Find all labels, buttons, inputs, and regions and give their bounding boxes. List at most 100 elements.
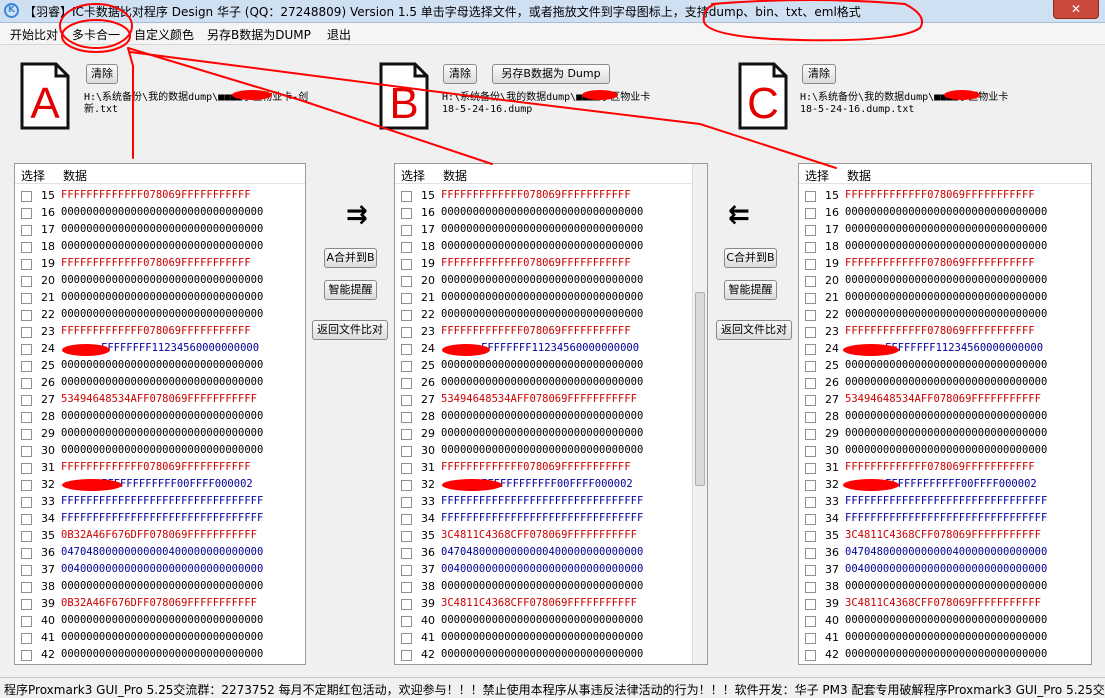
panel-b-row[interactable]: 39 3C4811C4368CFF078069FFFFFFFFFFF xyxy=(395,596,695,613)
panel-a-row[interactable]: 17 00000000000000000000000000000000 xyxy=(15,222,305,239)
panel-b-row-checkbox[interactable] xyxy=(401,616,412,627)
panel-a-row[interactable]: 35 0B32A46F676DFF078069FFFFFFFFFFF xyxy=(15,528,305,545)
panel-b-row[interactable]: 31 FFFFFFFFFFFFF078069FFFFFFFFFFF xyxy=(395,460,695,477)
panel-c-row-checkbox[interactable] xyxy=(805,582,816,593)
panel-c-row[interactable]: 18 00000000000000000000000000000000 xyxy=(799,239,1091,256)
panel-b-row-checkbox[interactable] xyxy=(401,208,412,219)
panel-a-row-checkbox[interactable] xyxy=(21,310,32,321)
panel-c-row[interactable]: 22 00000000000000000000000000000000 xyxy=(799,307,1091,324)
menu-multi-card-merge[interactable]: 多卡合一 xyxy=(72,26,120,43)
panel-b-row[interactable]: 20 00000000000000000000000000000000 xyxy=(395,273,695,290)
panel-a-row[interactable]: 23 FFFFFFFFFFFFF078069FFFFFFFFFFF xyxy=(15,324,305,341)
panel-c-list[interactable]: 选择 数据 15 FFFFFFFFFFFFF078069FFFFFFFFFFF 16… xyxy=(798,163,1092,665)
panel-a-row[interactable]: 22 00000000000000000000000000000000 xyxy=(15,307,305,324)
panel-c-row-checkbox[interactable] xyxy=(805,565,816,576)
panel-b-row-checkbox[interactable] xyxy=(401,497,412,508)
panel-a-row-checkbox[interactable] xyxy=(21,276,32,287)
panel-c-row-checkbox[interactable] xyxy=(805,344,816,355)
panel-b-row-checkbox[interactable] xyxy=(401,378,412,389)
panel-c-row-checkbox[interactable] xyxy=(805,327,816,338)
panel-a-row[interactable]: 15 FFFFFFFFFFFFF078069FFFFFFFFFFF xyxy=(15,188,305,205)
panel-a-row-checkbox[interactable] xyxy=(21,446,32,457)
panel-c-row-checkbox[interactable] xyxy=(805,446,816,457)
panel-c-row-checkbox[interactable] xyxy=(805,650,816,661)
panel-b-row-checkbox[interactable] xyxy=(401,310,412,321)
panel-b-row-checkbox[interactable] xyxy=(401,242,412,253)
panel-c-row-checkbox[interactable] xyxy=(805,633,816,644)
back-to-compare-right-button[interactable]: 返回文件比对 xyxy=(716,320,792,340)
panel-c-row[interactable]: 27 53494648534AFF078069FFFFFFFFFFF xyxy=(799,392,1091,409)
panel-c-row[interactable]: 33 FFFFFFFFFFFFFFFFFFFFFFFFFFFFFFFF xyxy=(799,494,1091,511)
panel-a-row[interactable]: 34 FFFFFFFFFFFFFFFFFFFFFFFFFFFFFFFF xyxy=(15,511,305,528)
panel-c-row[interactable]: 39 3C4811C4368CFF078069FFFFFFFFFFF xyxy=(799,596,1091,613)
panel-c-row[interactable]: 15 FFFFFFFFFFFFF078069FFFFFFFFFFF xyxy=(799,188,1091,205)
panel-b-row[interactable]: 34 FFFFFFFFFFFFFFFFFFFFFFFFFFFFFFFF xyxy=(395,511,695,528)
panel-c-row-checkbox[interactable] xyxy=(805,412,816,423)
panel-c-row-checkbox[interactable] xyxy=(805,429,816,440)
panel-b-row[interactable]: 33 FFFFFFFFFFFFFFFFFFFFFFFFFFFFFFFF xyxy=(395,494,695,511)
panel-a-row[interactable]: 27 53494648534AFF078069FFFFFFFFFFF xyxy=(15,392,305,409)
menu-custom-color[interactable]: 自定义颜色 xyxy=(134,26,194,43)
panel-b-row[interactable]: 38 00000000000000000000000000000000 xyxy=(395,579,695,596)
menu-exit[interactable]: 退出 xyxy=(327,26,351,43)
smart-reminder-left-button[interactable]: 智能提醒 xyxy=(324,280,377,300)
panel-a-row[interactable]: 25 00000000000000000000000000000000 xyxy=(15,358,305,375)
panel-c-row-checkbox[interactable] xyxy=(805,378,816,389)
panel-a-row[interactable]: 41 00000000000000000000000000000000 xyxy=(15,630,305,647)
panel-a-row[interactable]: 30 00000000000000000000000000000000 xyxy=(15,443,305,460)
panel-c-row-checkbox[interactable] xyxy=(805,480,816,491)
panel-c-row-checkbox[interactable] xyxy=(805,514,816,525)
panel-a-row[interactable]: 31 FFFFFFFFFFFFF078069FFFFFFFFFFF xyxy=(15,460,305,477)
panel-c-row-checkbox[interactable] xyxy=(805,191,816,202)
panel-a-row-checkbox[interactable] xyxy=(21,616,32,627)
panel-a-row-checkbox[interactable] xyxy=(21,259,32,270)
panel-b-row[interactable]: 22 00000000000000000000000000000000 xyxy=(395,307,695,324)
smart-reminder-right-button[interactable]: 智能提醒 xyxy=(724,280,777,300)
panel-c-row-checkbox[interactable] xyxy=(805,310,816,321)
panel-a-row-checkbox[interactable] xyxy=(21,361,32,372)
panel-b-row-checkbox[interactable] xyxy=(401,412,412,423)
panel-a-row[interactable]: 29 00000000000000000000000000000000 xyxy=(15,426,305,443)
panel-b-row[interactable]: 27 53494648534AFF078069FFFFFFFFFFF xyxy=(395,392,695,409)
panel-c-row[interactable]: 17 00000000000000000000000000000000 xyxy=(799,222,1091,239)
panel-c-row[interactable]: 26 00000000000000000000000000000000 xyxy=(799,375,1091,392)
panel-c-row[interactable]: 41 00000000000000000000000000000000 xyxy=(799,630,1091,647)
panel-c-row[interactable]: 36 04704800000000000400000000000000 xyxy=(799,545,1091,562)
panel-c-row-checkbox[interactable] xyxy=(805,599,816,610)
save-b-dump-button[interactable]: 另存B数据为 Dump xyxy=(492,64,610,84)
panel-b-row[interactable]: 25 00000000000000000000000000000000 xyxy=(395,358,695,375)
panel-c-row-checkbox[interactable] xyxy=(805,531,816,542)
panel-a-row-checkbox[interactable] xyxy=(21,514,32,525)
panel-b-row[interactable]: 21 00000000000000000000000000000000 xyxy=(395,290,695,307)
back-to-compare-left-button[interactable]: 返回文件比对 xyxy=(312,320,388,340)
panel-b-row[interactable]: 32 FFFFFFFFFFFF00FFFF000002 xyxy=(395,477,695,494)
panel-b-scrollbar[interactable] xyxy=(692,164,707,664)
panel-a-row-checkbox[interactable] xyxy=(21,327,32,338)
panel-c-row[interactable]: 42 00000000000000000000000000000000 xyxy=(799,647,1091,664)
panel-a-row[interactable]: 36 04704800000000000400000000000000 xyxy=(15,545,305,562)
file-c-icon[interactable]: C xyxy=(738,62,788,130)
panel-c-row[interactable]: 32 FFFFFFFFFFFF00FFFF000002 xyxy=(799,477,1091,494)
panel-a-row[interactable]: 42 00000000000000000000000000000000 xyxy=(15,647,305,664)
panel-b-row[interactable]: 18 00000000000000000000000000000000 xyxy=(395,239,695,256)
panel-b-row[interactable]: 35 3C4811C4368CFF078069FFFFFFFFFFF xyxy=(395,528,695,545)
panel-c-row-checkbox[interactable] xyxy=(805,463,816,474)
panel-c-row-checkbox[interactable] xyxy=(805,259,816,270)
panel-a-row[interactable]: 20 00000000000000000000000000000000 xyxy=(15,273,305,290)
panel-b-row[interactable]: 26 00000000000000000000000000000000 xyxy=(395,375,695,392)
panel-c-row-checkbox[interactable] xyxy=(805,293,816,304)
panel-c-row[interactable]: 16 00000000000000000000000000000000 xyxy=(799,205,1091,222)
panel-c-row-checkbox[interactable] xyxy=(805,497,816,508)
panel-b-row[interactable]: 16 00000000000000000000000000000000 xyxy=(395,205,695,222)
panel-a-row-checkbox[interactable] xyxy=(21,225,32,236)
panel-b-row[interactable]: 24 FFFFFFFF11234560000000000 xyxy=(395,341,695,358)
panel-c-row[interactable]: 24 FFFFFFFF11234560000000000 xyxy=(799,341,1091,358)
panel-c-row[interactable]: 19 FFFFFFFFFFFFF078069FFFFFFFFFFF xyxy=(799,256,1091,273)
panel-b-row-checkbox[interactable] xyxy=(401,463,412,474)
merge-a-to-b-button[interactable]: A合并到B xyxy=(324,248,377,268)
panel-c-row[interactable]: 23 FFFFFFFFFFFFF078069FFFFFFFFFFF xyxy=(799,324,1091,341)
panel-c-row[interactable]: 38 00000000000000000000000000000000 xyxy=(799,579,1091,596)
panel-a-row[interactable]: 26 00000000000000000000000000000000 xyxy=(15,375,305,392)
panel-b-row-checkbox[interactable] xyxy=(401,225,412,236)
panel-c-row[interactable]: 31 FFFFFFFFFFFFF078069FFFFFFFFFFF xyxy=(799,460,1091,477)
